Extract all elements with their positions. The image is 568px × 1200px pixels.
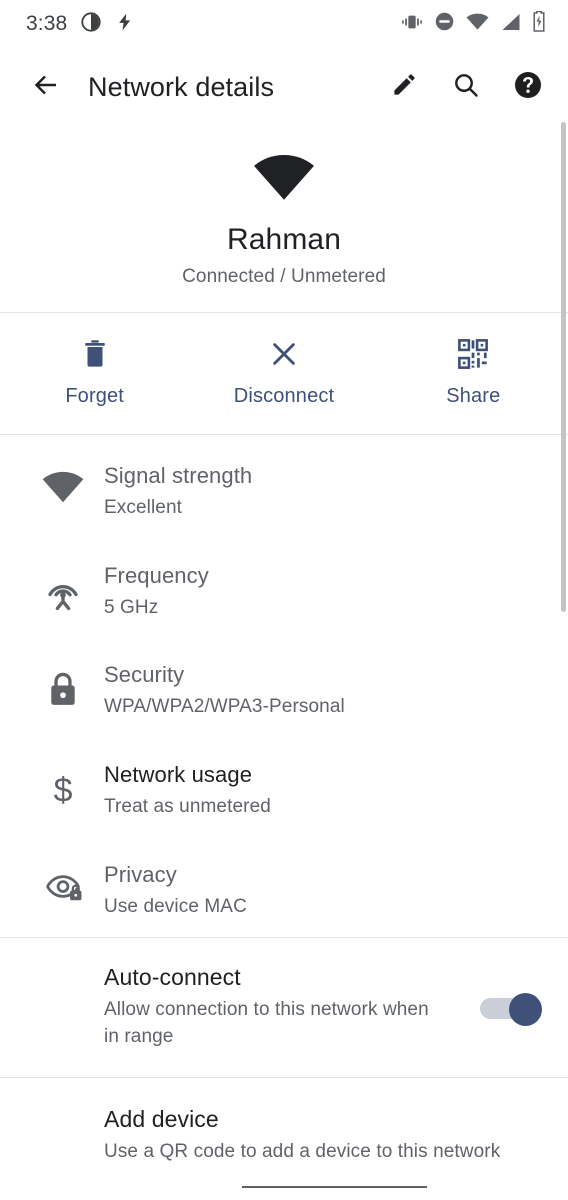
auto-connect-body: Auto-connect Allow connection to this ne… [104,964,480,1051]
app-bar-actions [384,67,548,107]
qr-code-icon [458,339,489,369]
antenna-broadcast-icon [22,559,104,613]
wifi-icon [466,13,489,36]
lock-icon [22,658,104,708]
detail-value: Treat as unmetered [104,796,271,818]
back-button[interactable] [22,63,70,111]
status-bar: 3:38 [0,0,568,48]
search-button[interactable] [446,67,486,107]
network-details-screen: 3:38 Network details Rahman Connected / … [0,0,568,1200]
network-ssid: Rahman [227,223,341,256]
detail-body: Signal strength Excellent [104,459,544,521]
detail-row-network-usage[interactable]: $ Network usage Treat as unmetered [0,738,568,838]
add-device-title: Add device [104,1106,219,1133]
add-device-row[interactable]: Add device Use a QR code to add a device… [0,1078,568,1176]
detail-row-frequency: Frequency 5 GHz [0,539,568,639]
detail-body: Security WPA/WPA2/WPA3-Personal [104,658,544,720]
arrow-back-icon [31,70,61,105]
detail-title: Network usage [104,762,253,788]
status-bar-right [401,10,546,37]
detail-row-signal-strength: Signal strength Excellent [0,439,568,539]
render-artifact-line [242,1186,427,1188]
detail-title: Signal strength [104,463,253,488]
help-icon [513,70,543,105]
dollar-sign-icon: $ [22,758,104,810]
eye-privacy-icon [22,858,104,904]
edit-button[interactable] [384,67,424,107]
status-bar-left: 3:38 [26,11,135,38]
disconnect-button[interactable]: Disconnect [189,339,378,408]
detail-row-security: Security WPA/WPA2/WPA3-Personal [0,638,568,738]
detail-row-privacy[interactable]: Privacy Use device MAC [0,838,568,938]
share-label: Share [446,385,501,407]
detail-body: Frequency 5 GHz [104,559,544,621]
status-bar-clock: 3:38 [26,12,68,35]
detail-body: Network usage Treat as unmetered [104,758,544,820]
share-button[interactable]: Share [379,339,568,408]
battery-charging-icon [532,10,546,37]
toggle-thumb [509,992,542,1026]
auto-connect-row[interactable]: Auto-connect Allow connection to this ne… [0,938,568,1077]
wifi-signal-icon [253,154,315,207]
forget-button[interactable]: Forget [0,339,189,408]
help-button[interactable] [508,67,548,107]
close-x-icon [269,339,299,369]
detail-value: 5 GHz [104,596,159,618]
detail-value: Excellent [104,497,182,519]
action-button-row: Forget Disconnect Share [0,313,568,434]
flash-icon [115,11,135,38]
network-detail-list: Signal strength Excellent Frequency 5 GH… [0,435,568,937]
page-title: Network details [88,71,275,102]
auto-connect-title: Auto-connect [104,964,241,991]
auto-connect-toggle[interactable] [480,992,542,1026]
network-status: Connected / Unmetered [182,266,386,287]
vertical-scrollbar[interactable] [561,122,566,612]
detail-value: WPA/WPA2/WPA3-Personal [104,696,345,718]
network-hero: Rahman Connected / Unmetered [0,126,568,312]
trash-icon [82,339,108,369]
do-not-disturb-icon [434,11,455,37]
edit-pencil-icon [391,71,418,103]
cellular-signal-icon [500,13,521,36]
detail-value: Use device MAC [104,895,247,917]
detail-title: Frequency [104,562,209,588]
disconnect-label: Disconnect [233,385,335,407]
add-device-subtitle: Use a QR code to add a device to this ne… [104,1141,501,1163]
app-bar: Network details [0,48,568,126]
forget-label: Forget [65,385,125,407]
detail-title: Security [104,662,185,688]
search-icon [452,71,480,104]
detail-body: Privacy Use device MAC [104,858,544,920]
svg-text:$: $ [54,772,73,810]
wifi-signal-icon [22,459,104,504]
vibrate-icon [401,13,423,36]
auto-connect-subtitle: Allow connection to this network when in… [104,999,429,1048]
detail-title: Privacy [104,861,177,887]
contrast-circle-icon [80,11,102,38]
